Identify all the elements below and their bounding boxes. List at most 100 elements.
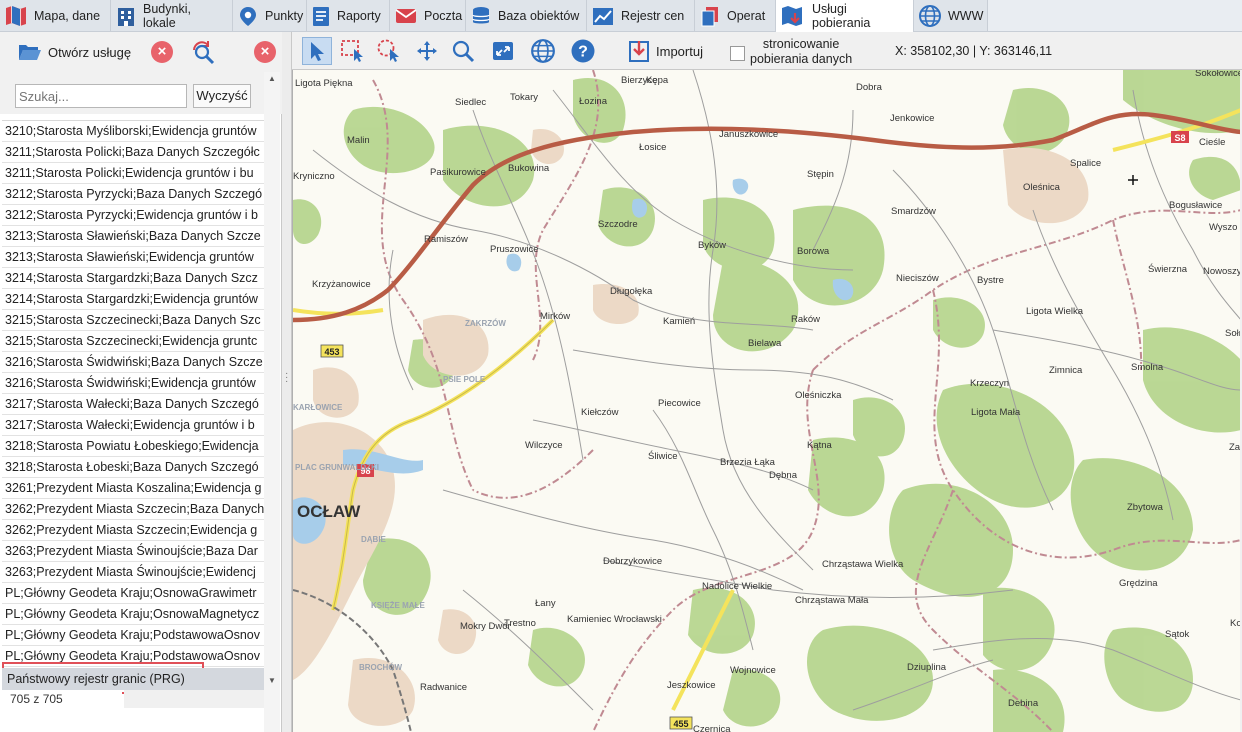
town-labels: Ligota PięknaSiedlec Tokary ŁozinaBierzyce… — [293, 70, 1240, 732]
circle-select-icon — [377, 39, 399, 62]
district-label: BROCHÓW — [359, 663, 403, 672]
list-item[interactable]: 3262;Prezydent Miasta Szczecin;Baza Dany… — [2, 499, 264, 520]
list-item[interactable]: 3214;Starosta Stargardzki;Ewidencja grun… — [2, 289, 264, 310]
tab-download-services[interactable]: Usługi pobierania — [776, 0, 914, 32]
services-toolbar: Otwórz usługę × × — [0, 32, 282, 74]
services-panel: Otwórz usługę × × Wyczyść 3210;Starosta … — [0, 32, 282, 732]
globe-icon — [531, 39, 555, 63]
town-label: Kamieniec Wrocławski — [567, 614, 662, 625]
road-shield-453: 453 — [324, 347, 339, 357]
magnifier-icon — [452, 40, 475, 63]
tab-buildings[interactable]: Budynki, lokale — [111, 0, 233, 31]
import-label[interactable]: Importuj — [656, 44, 703, 59]
town-label: Kępa — [646, 75, 669, 86]
list-item[interactable]: 3263;Prezydent Miasta Świnoujście;Ewiden… — [2, 562, 264, 583]
tab-points[interactable]: Punkty — [233, 0, 307, 31]
tab-label: Rejestr cen — [621, 8, 685, 23]
vertical-scrollbar[interactable]: ▲ ▼ — [264, 72, 280, 732]
town-label: Pruszowice — [490, 244, 539, 255]
town-label: Wyszo — [1209, 222, 1237, 233]
selected-service-row[interactable]: Państwowy rejestr granic (PRG) — [2, 668, 264, 690]
list-item[interactable]: 3213;Starosta Sławieński;Ewidencja grunt… — [2, 247, 264, 268]
scroll-up-icon[interactable]: ▲ — [268, 74, 276, 83]
refresh-search-icon[interactable] — [191, 39, 217, 65]
tab-object-db[interactable]: Baza obiektów — [466, 0, 587, 31]
close-panel-icon[interactable]: × — [254, 41, 276, 63]
tab-map-data[interactable]: Mapa, dane — [0, 0, 111, 31]
map-canvas[interactable]: S8 453 98 455 Ligota PięknaSiedlec Tokary… — [293, 70, 1240, 732]
web-map-button[interactable] — [528, 37, 558, 65]
mail-icon — [395, 8, 417, 23]
list-item[interactable]: 3261;Prezydent Miasta Koszalina;Ewidencj… — [2, 478, 264, 499]
list-item[interactable]: 3216;Starosta Świdwiński;Ewidencja grunt… — [2, 373, 264, 394]
tab-operat[interactable]: Operat — [695, 0, 776, 31]
zoom-extent-button[interactable] — [488, 37, 518, 65]
horizontal-scrollbar[interactable] — [124, 690, 264, 708]
town-label: Kątna — [807, 440, 833, 451]
town-label: Świerzna — [1148, 263, 1188, 275]
town-label: Oleśniczka — [795, 390, 842, 401]
clear-button[interactable]: Wyczyść — [193, 84, 251, 108]
road-shield-455: 455 — [673, 719, 688, 729]
svg-text:?: ? — [578, 44, 588, 61]
service-list[interactable]: 3210;Starosta Myśliborski;Ewidencja grun… — [2, 120, 264, 668]
zoom-button[interactable] — [448, 37, 478, 65]
city-label: OCŁAW — [297, 502, 361, 521]
help-button[interactable]: ? — [568, 37, 598, 65]
paging-checkbox[interactable] — [730, 46, 745, 61]
tab-mail[interactable]: Poczta — [390, 0, 466, 31]
list-item[interactable]: 3213;Starosta Sławieński;Baza Danych Szc… — [2, 226, 264, 247]
circle-select-button[interactable] — [374, 37, 404, 65]
town-label: Smolna — [1131, 362, 1164, 373]
tab-reports[interactable]: Raporty — [307, 0, 390, 31]
tab-label: Mapa, dane — [34, 8, 101, 23]
open-service-label: Otwórz usługę — [48, 44, 132, 60]
close-service-icon[interactable]: × — [151, 41, 173, 63]
list-item[interactable]: 3217;Starosta Wałecki;Ewidencja gruntów … — [2, 415, 264, 436]
list-item[interactable]: 3218;Starosta Powiatu Łobeskiego;Ewidenc… — [2, 436, 264, 457]
tab-price-register[interactable]: Rejestr cen — [587, 0, 695, 31]
panel-splitter[interactable]: · · · — [282, 32, 292, 732]
map-toolbar: ? Importuj stronicowanie pobierania dany… — [292, 32, 1242, 70]
list-item[interactable]: 3217;Starosta Wałecki;Baza Danych Szczeg… — [2, 394, 264, 415]
import-button[interactable] — [624, 37, 654, 65]
pan-button[interactable] — [412, 37, 442, 65]
list-item[interactable]: 3210;Starosta Myśliborski;Ewidencja grun… — [2, 121, 264, 142]
list-item[interactable]: 3215;Starosta Szczecinecki;Baza Danych S… — [2, 310, 264, 331]
select-tool-button[interactable] — [302, 37, 332, 65]
list-item[interactable]: 3211;Starosta Policki;Baza Danych Szczeg… — [2, 142, 264, 163]
list-item[interactable]: 3214;Starosta Stargardzki;Baza Danych Sz… — [2, 268, 264, 289]
globe-icon — [919, 4, 941, 27]
list-item[interactable]: 3263;Prezydent Miasta Świnoujście;Baza D… — [2, 541, 264, 562]
list-item[interactable]: 3215;Starosta Szczecinecki;Ewidencja gru… — [2, 331, 264, 352]
town-label: Jenkowice — [890, 113, 934, 124]
report-icon — [313, 6, 329, 26]
town-label: Pasikurowice — [430, 167, 486, 178]
map-view[interactable]: S8 453 98 455 Ligota Piękna Siedlec Tokary… — [292, 70, 1240, 732]
search-input[interactable] — [15, 84, 187, 108]
list-item[interactable]: PL;Główny Geodeta Kraju;PodstawowaOsnov — [2, 625, 264, 646]
list-item[interactable]: PL;Główny Geodeta Kraju;OsnowaMagnetycz — [2, 604, 264, 625]
list-item[interactable]: PL;Główny Geodeta Kraju;OsnowaGrawimetr — [2, 583, 264, 604]
list-item[interactable]: 3262;Prezydent Miasta Szczecin;Ewidencja… — [2, 520, 264, 541]
open-service-button[interactable]: Otwórz usługę — [18, 40, 131, 64]
rectangle-select-button[interactable] — [338, 37, 368, 65]
pin-icon — [240, 6, 256, 26]
town-label: Trestno — [504, 618, 536, 629]
scroll-down-icon[interactable]: ▼ — [268, 676, 276, 685]
map-icon — [6, 5, 26, 26]
tab-www[interactable]: WWW — [914, 0, 988, 31]
town-label: Czernica — [693, 724, 731, 732]
building-icon — [118, 7, 134, 26]
list-item[interactable]: 3211;Starosta Policki;Ewidencja gruntów … — [2, 163, 264, 184]
tab-label: Raporty — [337, 8, 381, 23]
town-label: Nowoszyc — [1203, 266, 1240, 277]
town-label: Kiełczów — [581, 407, 619, 418]
list-item[interactable]: 3216;Starosta Świdwiński;Baza Danych Szc… — [2, 352, 264, 373]
list-item[interactable]: 3212;Starosta Pyrzycki;Baza Danych Szcze… — [2, 184, 264, 205]
district-label: DĄBIE — [361, 535, 387, 544]
rect-select-icon — [341, 40, 363, 62]
list-item[interactable]: 3218;Starosta Łobeski;Baza Danych Szczeg… — [2, 457, 264, 478]
district-label: ZAKRZÓW — [465, 319, 506, 328]
list-item[interactable]: 3212;Starosta Pyrzycki;Ewidencja gruntów… — [2, 205, 264, 226]
